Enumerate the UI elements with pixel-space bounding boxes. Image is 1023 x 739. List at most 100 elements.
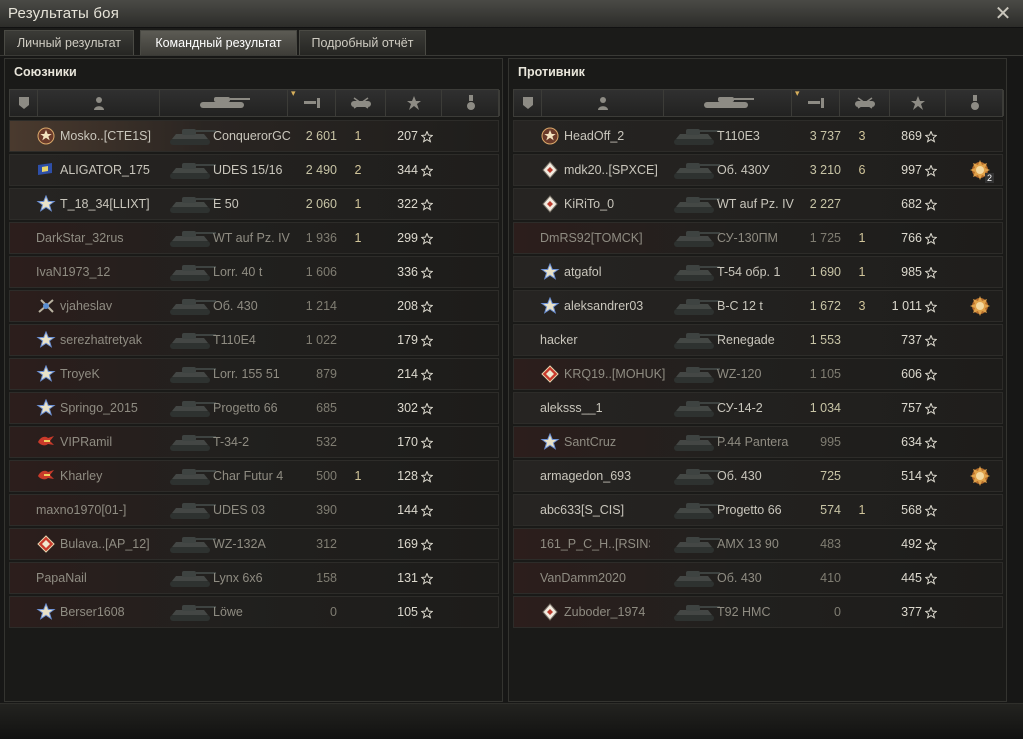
close-icon[interactable]: ✕ [993,3,1013,23]
tank-name: Об. 430 [213,299,258,313]
tank-icon-header[interactable] [664,90,792,116]
platoon-icon-header[interactable] [514,90,542,116]
enemies-player-row[interactable]: SantCruz P.44 Pantera 995 634 [513,426,1003,458]
xp-value: 299 [397,231,418,245]
kills-icon-header[interactable] [840,90,890,116]
tab-personal-result[interactable]: Личный результат [4,30,134,55]
allies-player-row[interactable]: Kharley Char Futur 4 500 1 128 [9,460,499,492]
rank-star-badge-icon [540,127,560,145]
player-name: Bulava..[AP_12] [60,537,150,551]
damage-value: 500 [316,469,337,483]
tank-silhouette-icon [166,599,218,625]
player-name: SantCruz [564,435,617,449]
allies-player-row[interactable]: TroyeK Lorr. 155 51 879 214 [9,358,499,390]
tank-silhouette-icon [670,497,722,523]
tab-team-result[interactable]: Командный результат [140,30,297,55]
xp-star-icon [924,402,938,415]
enemies-player-row[interactable]: aleksandrer03 B-C 12 t 1 672 3 1 011 [513,290,1003,322]
allies-player-row[interactable]: Berser1608 Löwe 0 105 [9,596,499,628]
player-name: 161_P_C_H..[RSINS] [540,537,650,551]
enemies-player-row[interactable]: Zuboder_1974 T92 HMC 0 377 [513,596,1003,628]
damage-value: 1 672 [809,299,841,313]
enemies-player-row[interactable]: mdk20..[SPXCE] Об. 430У 3 210 6 997 2 [513,154,1003,186]
xp-star-icon [924,470,938,483]
enemies-player-row[interactable]: abc633[S_CIS] Progetto 66 574 1 568 [513,494,1003,526]
allies-player-row[interactable]: Springo_2015 Progetto 66 685 302 [9,392,499,424]
damage-value: 574 [820,503,841,517]
xp-value: 682 [901,197,922,211]
player-name: IvaN1973_12 [36,265,111,279]
tank-name: WZ-120 [717,367,762,381]
tank-icon-header[interactable] [160,90,288,116]
allies-player-row[interactable]: PapaNail Lynx 6x6 158 131 [9,562,499,594]
tank-silhouette-icon [670,191,722,217]
allies-player-row[interactable]: DarkStar_32rus WT auf Pz. IV 1 936 1 299 [9,222,499,254]
damage-value: 725 [820,469,841,483]
damage-value: 995 [820,435,841,449]
xp-icon-header[interactable] [890,90,946,116]
medal-icon [970,95,979,110]
diamond-w-badge-icon [540,603,560,621]
kills-value [348,495,368,525]
player-name: hacker [540,333,578,347]
kills-value [852,189,872,219]
enemies-player-row[interactable]: DmRS92[TOMCK] СУ-130ПМ 1 725 1 766 [513,222,1003,254]
allies-player-row[interactable]: serezhatretyak T110E4 1 022 179 [9,324,499,356]
tank-name: СУ-14-2 [717,401,763,415]
tank-silhouette-icon [670,599,722,625]
enemies-player-row[interactable]: armagedon_693 Об. 430 725 514 [513,460,1003,492]
player-name: serezhatretyak [60,333,142,347]
player-name: Mosko..[CTE1S] [60,129,151,143]
kills-icon-header[interactable] [336,90,386,116]
enemies-player-row[interactable]: hacker Renegade 1 553 737 [513,324,1003,356]
enemies-player-row[interactable]: KRQ19..[MOHUK] WZ-120 1 105 606 [513,358,1003,390]
allies-player-row[interactable]: IvaN1973_12 Lorr. 40 t 1 606 336 [9,256,499,288]
tank-name: P.44 Pantera [717,435,789,449]
xp-star-icon [420,402,434,415]
xp-value: 766 [901,231,922,245]
allies-player-row[interactable]: T_18_34[LLIXT] E 50 2 060 1 322 [9,188,499,220]
player-icon-header[interactable] [38,90,160,116]
xp-star-icon [420,198,434,211]
enemies-player-row[interactable]: KiRiTo_0 WT auf Pz. IV 2 227 682 [513,188,1003,220]
enemies-player-row[interactable]: aleksss__1 СУ-14-2 1 034 757 [513,392,1003,424]
kills-value: 1 [354,129,362,143]
enemies-player-row[interactable]: atgafol T-54 обр. 1 1 690 1 985 [513,256,1003,288]
medal-icon-header[interactable] [946,90,1004,116]
xp-value: 322 [397,197,418,211]
allies-player-row[interactable]: ALIGATOR_175 UDES 15/16 2 490 2 344 [9,154,499,186]
damage-value: 1 022 [305,333,337,347]
allies-player-row[interactable]: Mosko..[CTE1S] ConquerorGC 2 601 1 207 [9,120,499,152]
enemies-player-row[interactable]: HeadOff_2 T110E3 3 737 3 869 [513,120,1003,152]
allies-player-row[interactable]: VIPRamil T-34-2 532 170 [9,426,499,458]
damage-icon-header[interactable]: ▾ [288,89,336,116]
player-icon-header[interactable] [542,90,664,116]
kills-value: 3 [858,129,866,143]
medal-icon-header[interactable] [442,90,500,116]
damage-value: 1 936 [305,231,337,245]
medal-icon[interactable]: 2 [968,158,994,183]
tab-bar: Личный результат Командный результат Под… [0,28,1023,56]
damage-value: 1 214 [305,299,337,313]
damage-value: 2 060 [305,197,337,211]
xp-icon [406,96,421,110]
medal-icon[interactable] [968,294,992,318]
allies-player-row[interactable]: maxno1970[01-] UDES 03 390 144 [9,494,499,526]
xp-star-icon [924,266,938,279]
player-name: PapaNail [36,571,87,585]
tank-silhouette-icon [166,123,218,149]
xp-value: 207 [397,129,418,143]
tab-detailed-report[interactable]: Подробный отчёт [299,30,426,55]
allies-player-row[interactable]: vjaheslav Об. 430 1 214 208 [9,290,499,322]
medal-icon[interactable] [968,464,992,488]
xp-icon-header[interactable] [386,90,442,116]
wings-badge-icon [36,467,56,485]
allies-player-row[interactable]: Bulava..[AP_12] WZ-132A 312 169 [9,528,499,560]
kills-value [348,291,368,321]
platoon-icon-header[interactable] [10,90,38,116]
damage-icon-header[interactable]: ▾ [792,89,840,116]
player-name: armagedon_693 [540,469,632,483]
medal-count: 2 [984,173,994,183]
enemies-player-row[interactable]: 161_P_C_H..[RSINS] AMX 13 90 483 492 [513,528,1003,560]
enemies-player-row[interactable]: VanDamm2020 Об. 430 410 445 [513,562,1003,594]
